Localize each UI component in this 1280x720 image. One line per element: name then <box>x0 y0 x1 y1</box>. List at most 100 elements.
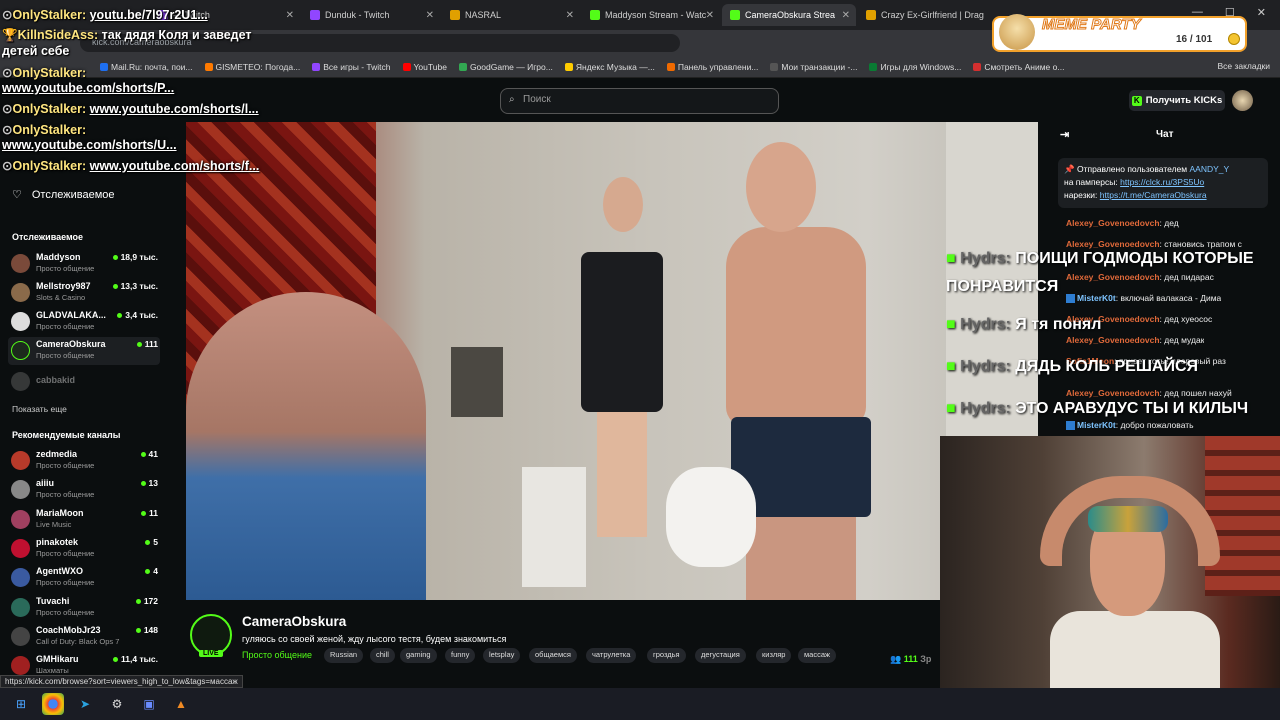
channel-avatar[interactable]: LIVE <box>190 614 232 657</box>
bookmark[interactable]: Мои транзакции -... <box>770 62 857 72</box>
chat-username[interactable]: Alexey_Govenoedovch <box>1066 388 1160 398</box>
sidebar-channel[interactable]: Mellstroy987 Slots & Casino 13,3 тыс. <box>8 279 160 307</box>
overlay-chat-line: детей себе <box>2 44 69 58</box>
sidebar-channel[interactable]: Maddyson Просто общение 18,9 тыс. <box>8 250 160 278</box>
sidebar-channel[interactable]: AgentWXO Просто общение 4 <box>8 564 160 592</box>
chat-username[interactable]: MisterK0t <box>1077 293 1116 303</box>
chrome-icon[interactable] <box>42 693 64 715</box>
stream-tag[interactable]: гроздья <box>647 648 686 663</box>
avatar <box>11 656 30 675</box>
pinned-link[interactable]: https://t.me/CameraObskura <box>1100 190 1207 200</box>
overlay-text: ЭТО АРАВУДУС ТЫ И КИЛЫЧ <box>1015 400 1249 417</box>
stream-tag[interactable]: chill <box>370 648 395 663</box>
chat-username[interactable]: Alexey_Govenoedovch <box>1066 272 1160 282</box>
stream-tag[interactable]: Russian <box>324 648 364 663</box>
close-tab-icon[interactable]: ✕ <box>426 10 434 21</box>
viewer-count: 41 <box>141 449 158 459</box>
save-icon[interactable]: ▣ <box>138 693 160 715</box>
sidebar-channel-offline[interactable]: cabbakid <box>8 368 160 396</box>
windows-start-icon[interactable]: ⊞ <box>10 693 32 715</box>
browser-tab-active[interactable]: CameraObskura Strea ✕ <box>722 4 856 26</box>
stream-tag[interactable]: массаж <box>798 648 837 663</box>
chat-text: включай валакаса - Дима <box>1120 293 1222 303</box>
stream-category[interactable]: Просто общение <box>242 650 312 660</box>
sidebar-channel[interactable]: pinakotek Просто общение 5 <box>8 535 160 563</box>
bookmark[interactable]: GoodGame — Игро... <box>458 61 553 72</box>
search-input[interactable]: ⌕ Поиск <box>500 88 779 114</box>
stream-tag[interactable]: чатрулетка <box>586 648 637 663</box>
stream-tag[interactable]: gaming <box>400 648 437 663</box>
vlc-icon[interactable]: ▲ <box>170 693 192 715</box>
stream-tag[interactable]: дегустация <box>695 648 746 663</box>
browser-tab[interactable]: NASRAL ✕ <box>442 4 580 26</box>
steam-icon[interactable]: ⚙ <box>106 693 128 715</box>
overlay-username: OnlyStalker: <box>12 102 87 116</box>
chat-badge-icon: ⊙ <box>2 123 13 137</box>
show-more-link[interactable]: Показать еще <box>12 404 67 414</box>
overlay-text: www.youtube.com/shorts/P... <box>2 81 175 95</box>
sidebar-channel[interactable]: CoachMobJr23 Call of Duty: Black Ops 7 148 <box>8 623 160 651</box>
channel-category: Call of Duty: Black Ops 7 <box>36 637 120 646</box>
all-bookmarks-button[interactable]: Все закладки <box>1217 61 1270 71</box>
status-url-bubble: https://kick.com/browse?sort=viewers_hig… <box>0 675 243 688</box>
pinned-text: на памперсы: <box>1064 177 1118 187</box>
close-tab-icon[interactable]: ✕ <box>286 10 294 21</box>
bookmark[interactable]: Яндекс Музыка —... <box>564 62 655 72</box>
sidebar-channel[interactable]: aiiiu Просто общение 13 <box>8 476 160 504</box>
overlay-username: Hydrs: <box>960 316 1011 333</box>
sidebar-channel[interactable]: Tuvachi Просто общение 172 <box>8 594 160 622</box>
live-badge: LIVE <box>199 650 223 657</box>
get-kicks-button[interactable]: K Получить KICKs <box>1129 90 1225 111</box>
channel-name[interactable]: CameraObskura <box>242 614 346 629</box>
bookmark[interactable]: GISMETEO: Погода... <box>204 62 300 72</box>
sidebar-channel[interactable]: MariaMoon Live Music 11 <box>8 506 160 534</box>
chat-header: ⇥ Чат <box>1038 122 1280 148</box>
telegram-icon[interactable]: ➤ <box>74 693 96 715</box>
bookmark-label: GoodGame — Игро... <box>469 61 553 72</box>
browser-tab[interactable]: Dunduk - Twitch ✕ <box>302 4 440 26</box>
channel-category: Шахматы <box>36 666 69 675</box>
browser-tab[interactable]: Crazy Ex-Girlfriend | Drag <box>858 4 988 26</box>
bookmark-label: Мои транзакции -... <box>781 61 858 72</box>
stream-tag[interactable]: letsplay <box>483 648 521 663</box>
bookmark[interactable]: YouTube <box>402 62 447 72</box>
video-player[interactable] <box>186 122 1038 600</box>
bookmarks-bar: Mail.Ru: почта, пои... GISMETEO: Погода.… <box>0 56 1280 78</box>
chat-badge-icon: ⊙ <box>2 66 13 80</box>
sidebar-channel[interactable]: zedmedia Просто общение 41 <box>8 447 160 475</box>
channel-category: Просто общение <box>36 264 95 273</box>
chat-title: Чат <box>1156 129 1174 140</box>
bookmark[interactable]: Все игры - Twitch <box>312 62 391 72</box>
bookmark[interactable]: Игры для Windows... <box>869 62 961 72</box>
viewer-count-value: 111 <box>903 654 918 664</box>
overlay-text: www.youtube.com/shorts/l... <box>89 102 259 116</box>
meme-party-widget: MEME PARTY 16 / 101 <box>992 14 1247 52</box>
sidebar-item-following[interactable]: ♡ Отслеживаемое <box>12 188 115 202</box>
avatar[interactable] <box>1232 90 1253 111</box>
chat-username[interactable]: Alexey_Govenoedovch <box>1066 335 1160 345</box>
stream-tag[interactable]: общаемся <box>529 648 577 663</box>
sidebar-channel[interactable]: GLADVALAKA... Просто общение 3,4 тыс. <box>8 308 160 336</box>
chat-panel: ⇥ Чат 📌 Отправлено пользователем AANDY_Y … <box>1038 122 1280 436</box>
close-window-icon[interactable]: ✕ <box>1257 6 1266 19</box>
close-tab-icon[interactable]: ✕ <box>706 10 714 21</box>
chat-username[interactable]: Alexey_Govenoedovch <box>1066 239 1160 249</box>
chat-username[interactable]: MisterK0t <box>1077 420 1116 430</box>
stream-tag[interactable]: кизляр <box>756 648 792 663</box>
close-tab-icon[interactable]: ✕ <box>842 10 850 21</box>
collapse-chat-icon[interactable]: ⇥ <box>1060 128 1069 141</box>
sidebar-channel-selected[interactable]: CameraObskura Просто общение 111 <box>8 337 160 365</box>
pin-icon: 📌 <box>1064 164 1075 174</box>
search-icon: ⌕ <box>509 94 515 105</box>
avatar <box>11 568 30 587</box>
close-tab-icon[interactable]: ✕ <box>566 10 574 21</box>
pinned-user[interactable]: AANDY_Y <box>1190 164 1230 174</box>
bookmark[interactable]: Панель управлени... <box>666 62 758 72</box>
chat-username[interactable]: Alexey_Govenoedovch <box>1066 218 1160 228</box>
bookmark[interactable]: Mail.Ru: почта, пои... <box>100 62 193 72</box>
bookmark[interactable]: Смотреть Аниме о... <box>973 62 1064 72</box>
pinned-link[interactable]: https://clck.ru/3PS5Uo <box>1120 177 1204 187</box>
browser-tab[interactable]: Maddyson Stream - Watc ✕ <box>582 4 720 26</box>
stream-tag[interactable]: funny <box>445 648 476 663</box>
overlay-username: OnlyStalker: <box>12 66 87 80</box>
